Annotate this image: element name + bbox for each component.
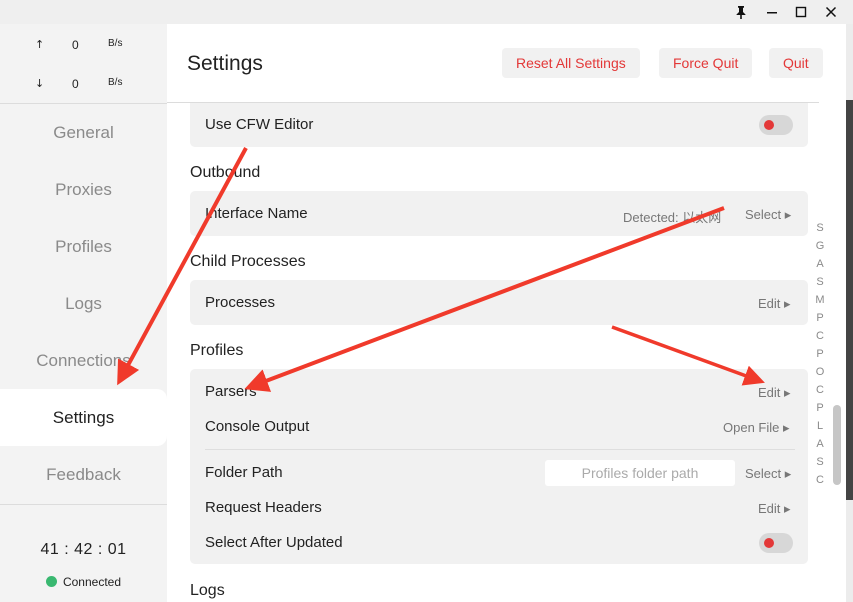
index-letter[interactable]: S	[813, 222, 827, 240]
index-letter[interactable]: O	[813, 366, 827, 384]
index-letter[interactable]: C	[813, 384, 827, 402]
connection-status: Connected	[0, 575, 167, 589]
quit-button[interactable]: Quit	[769, 48, 823, 78]
upload-value: 0	[72, 38, 79, 52]
sidebar-item-feedback[interactable]: Feedback	[0, 446, 167, 503]
folder-path-label: Folder Path	[205, 464, 283, 481]
reset-all-settings-button[interactable]: Reset All Settings	[502, 48, 640, 78]
console-output-label: Console Output	[205, 418, 310, 435]
use-cfw-editor-card: Use CFW Editor	[190, 103, 808, 147]
sidebar-item-general[interactable]: General	[0, 104, 167, 161]
processes-label: Processes	[205, 294, 276, 311]
sidebar-item-connections[interactable]: Connections	[0, 332, 167, 389]
select-after-updated-label: Select After Updated	[205, 534, 343, 551]
request-headers-edit-button[interactable]: Edit ▸	[758, 501, 791, 517]
section-title-child-processes: Child Processes	[190, 253, 306, 270]
index-letter[interactable]: A	[813, 258, 827, 276]
sidebar-footer: 41 : 42 : 01 Connected	[0, 504, 167, 602]
index-letter[interactable]: P	[813, 402, 827, 420]
processes-edit-button[interactable]: Edit ▸	[758, 296, 791, 312]
page-header: Settings Reset All Settings Force Quit Q…	[167, 24, 823, 103]
sidebar-item-proxies[interactable]: Proxies	[0, 161, 167, 218]
divider	[205, 449, 795, 450]
sidebar-item-profiles[interactable]: Profiles	[0, 218, 167, 275]
index-letter[interactable]: A	[813, 438, 827, 456]
folder-path-select-button[interactable]: Select ▸	[745, 466, 791, 482]
pin-icon[interactable]	[726, 0, 756, 24]
console-output-open-file-button[interactable]: Open File ▸	[723, 420, 790, 436]
scrollbar-thumb[interactable]	[833, 405, 841, 485]
title-bar	[0, 0, 853, 24]
download-unit: B/s	[108, 77, 123, 88]
section-title-profiles: Profiles	[190, 342, 244, 359]
interface-detected-value: Detected: 以太网	[623, 210, 722, 225]
index-letter[interactable]: C	[813, 330, 827, 348]
upload-unit: B/s	[108, 38, 123, 49]
section-index: S G A S M P C P O C P L A S C	[813, 222, 827, 492]
index-letter[interactable]: M	[813, 294, 827, 312]
uptime-clock: 41 : 42 : 01	[40, 541, 127, 558]
interface-select-button[interactable]: Select ▸	[745, 207, 791, 223]
index-letter[interactable]: L	[813, 420, 827, 438]
main-panel: Settings Reset All Settings Force Quit Q…	[167, 24, 823, 602]
page-title: Settings	[187, 52, 263, 75]
sidebar: ↑ 0 B/s ↓ 0 B/s General Proxies Profiles…	[0, 24, 167, 602]
toggle-knob	[764, 538, 774, 548]
section-title-outbound: Outbound	[190, 164, 261, 181]
use-cfw-editor-toggle[interactable]	[759, 115, 793, 135]
index-letter[interactable]: P	[813, 348, 827, 366]
select-after-updated-toggle[interactable]	[759, 533, 793, 553]
upload-arrow-icon: ↑	[35, 38, 45, 51]
index-letter[interactable]: P	[813, 312, 827, 330]
download-speed: ↓ 0 B/s	[0, 77, 167, 97]
index-letter[interactable]: S	[813, 276, 827, 294]
parsers-edit-button[interactable]: Edit ▸	[758, 385, 791, 401]
use-cfw-editor-label: Use CFW Editor	[205, 116, 314, 133]
background-window-edge-dark	[846, 100, 853, 500]
child-processes-card: Processes Edit ▸	[190, 280, 808, 325]
upload-speed: ↑ 0 B/s	[0, 38, 167, 58]
interface-name-label: Interface Name	[205, 205, 308, 222]
maximize-icon[interactable]	[786, 0, 816, 24]
parsers-label: Parsers	[205, 383, 257, 400]
download-value: 0	[72, 77, 79, 91]
index-letter[interactable]: S	[813, 456, 827, 474]
sidebar-item-logs[interactable]: Logs	[0, 275, 167, 332]
outbound-card: Interface Name Detected: 以太网 Select ▸	[190, 191, 808, 236]
minimize-icon[interactable]	[757, 0, 787, 24]
request-headers-label: Request Headers	[205, 499, 322, 516]
folder-path-input[interactable]	[545, 460, 735, 486]
status-label: Connected	[62, 575, 122, 589]
close-icon[interactable]	[816, 0, 846, 24]
section-title-logs: Logs	[190, 582, 225, 599]
toggle-knob	[764, 120, 774, 130]
index-letter[interactable]: C	[813, 474, 827, 492]
sidebar-item-settings[interactable]: Settings	[0, 389, 167, 446]
profiles-card: Parsers Edit ▸ Console Output Open File …	[190, 369, 808, 564]
force-quit-button[interactable]: Force Quit	[659, 48, 753, 78]
download-arrow-icon: ↓	[35, 77, 45, 90]
traffic-panel: ↑ 0 B/s ↓ 0 B/s	[0, 24, 167, 104]
index-letter[interactable]: G	[813, 240, 827, 258]
status-dot-icon	[45, 576, 57, 587]
